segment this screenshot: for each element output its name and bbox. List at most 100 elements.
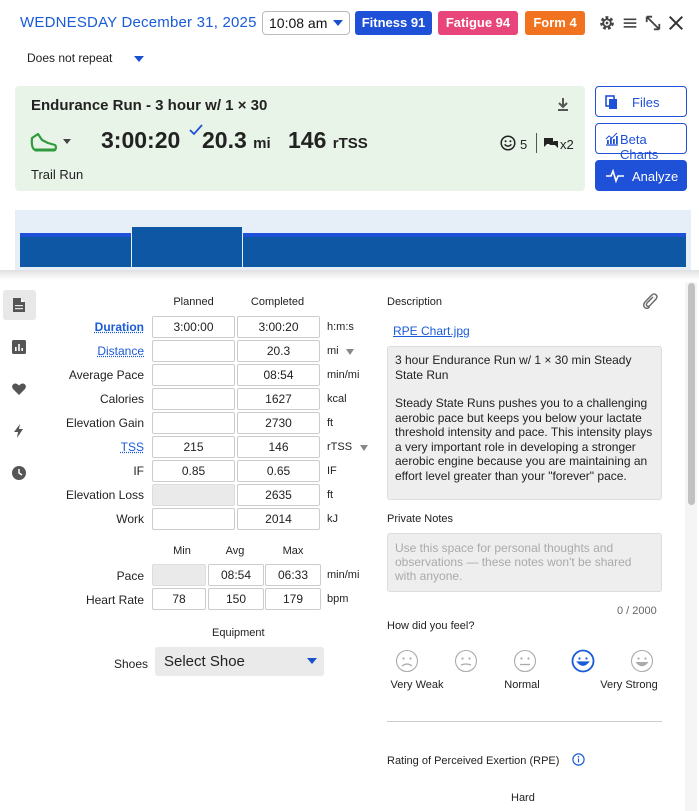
col-min-header: Min — [173, 545, 191, 557]
check-icon — [189, 124, 203, 136]
planned-input[interactable]: 3:00:00 — [152, 316, 235, 338]
face-normal-icon[interactable] — [513, 649, 537, 673]
divider — [536, 133, 537, 153]
planned-input[interactable]: 215 — [152, 436, 235, 458]
distance-value: 20.3 — [202, 127, 247, 153]
private-notes-textarea[interactable]: Use this space for personal thoughts and… — [387, 533, 662, 592]
row-unit: mi — [327, 345, 339, 357]
planned-input[interactable] — [152, 508, 235, 530]
completed-tss: 146 rTSS — [288, 127, 368, 154]
graph-target-line — [20, 233, 131, 237]
completed-input[interactable]: 2635 — [237, 484, 320, 506]
files-button[interactable]: Files — [595, 86, 687, 117]
completed-input[interactable]: 0.65 — [237, 460, 320, 482]
close-icon[interactable] — [667, 14, 685, 32]
completed-input[interactable]: 3:00:20 — [237, 316, 320, 338]
completed-input[interactable]: 2730 — [237, 412, 320, 434]
description-textarea[interactable]: 3 hour Endurance Run w/ 1 × 30 min Stead… — [387, 346, 662, 500]
sport-type: Trail Run — [31, 167, 84, 182]
completed-input[interactable]: 1627 — [237, 388, 320, 410]
gear-icon[interactable] — [598, 14, 616, 32]
run-shoe-icon[interactable] — [29, 128, 59, 156]
menu-icon[interactable] — [621, 14, 639, 32]
row-label: IF — [133, 464, 144, 478]
tab-charts[interactable] — [3, 332, 36, 362]
graph-segment-divider — [131, 210, 132, 267]
pulse-icon — [606, 169, 624, 183]
smile-icon[interactable] — [500, 135, 516, 151]
chevron-down-icon[interactable] — [134, 56, 144, 62]
row-label: Calories — [99, 392, 144, 406]
shoe-select[interactable]: Select Shoe — [155, 647, 324, 676]
tab-history[interactable] — [3, 458, 36, 488]
feel-label-normal: Normal — [504, 679, 540, 691]
expand-icon[interactable] — [644, 14, 662, 32]
time-select[interactable]: 10:08 am — [262, 11, 350, 35]
repeat-select[interactable]: Does not repeat — [27, 51, 112, 65]
chevron-down-icon[interactable] — [360, 445, 368, 451]
face-strong-icon[interactable] — [571, 649, 595, 673]
completed-input[interactable]: 2014 — [237, 508, 320, 530]
info-icon[interactable] — [572, 753, 585, 766]
row-label[interactable]: Duration — [95, 320, 144, 334]
beta-charts-button[interactable]: Beta Charts — [595, 123, 687, 162]
face-very-weak-icon[interactable] — [395, 649, 419, 673]
planned-input[interactable] — [152, 364, 235, 386]
planned-input[interactable] — [152, 412, 235, 434]
description-heading: Description — [387, 296, 443, 308]
shoes-label: Shoes — [114, 657, 149, 671]
tab-power[interactable] — [3, 416, 36, 446]
form-badge[interactable]: Form 4 — [525, 11, 585, 35]
row-label: Heart Rate — [85, 593, 144, 607]
fitness-badge[interactable]: Fitness 91 — [355, 11, 432, 35]
row-unit: ft — [327, 417, 334, 429]
bar-chart-icon — [12, 340, 26, 354]
min-input[interactable]: 78 — [152, 588, 206, 610]
row-label: Elevation Gain — [65, 416, 144, 430]
time-value: 10:08 am — [269, 15, 328, 31]
files-label: Files — [632, 95, 660, 110]
completed-input[interactable]: 08:54 — [237, 364, 320, 386]
fatigue-badge[interactable]: Fatigue 94 — [438, 11, 518, 35]
attachment-link[interactable]: RPE Chart.jpg — [393, 324, 470, 338]
face-weak-icon[interactable] — [454, 649, 478, 673]
analyze-button[interactable]: Analyze — [595, 160, 687, 191]
download-icon[interactable] — [555, 96, 571, 112]
comments-icon[interactable] — [543, 136, 559, 150]
max-input[interactable]: 179 — [265, 588, 321, 610]
chevron-down-icon[interactable] — [63, 139, 71, 144]
row-label: Work — [116, 512, 144, 526]
row-label[interactable]: TSS — [121, 440, 144, 454]
comment-count: x2 — [560, 137, 574, 152]
document-icon — [13, 298, 25, 312]
planned-input[interactable] — [152, 388, 235, 410]
completed-input[interactable]: 20.3 — [237, 340, 320, 362]
rpe-value-label: Hard — [511, 792, 535, 804]
scrollbar-thumb[interactable] — [688, 283, 695, 505]
completed-distance: 20.3 mi — [202, 127, 271, 154]
row-label[interactable]: Distance — [97, 344, 144, 358]
notes-character-counter: 0 / 2000 — [617, 605, 657, 617]
workout-structure-graph[interactable] — [15, 210, 691, 270]
avg-input[interactable]: 150 — [208, 588, 264, 610]
paperclip-icon[interactable] — [641, 292, 659, 310]
planned-input[interactable] — [152, 484, 235, 506]
tab-summary[interactable] — [3, 290, 36, 320]
face-very-strong-icon[interactable] — [630, 649, 654, 673]
row-label: Average Pace — [68, 368, 144, 382]
row-unit: h:m:s — [327, 321, 354, 333]
avg-input[interactable]: 08:54 — [208, 564, 264, 586]
max-input[interactable]: 06:33 — [265, 564, 321, 586]
row-unit: IF — [327, 465, 337, 477]
graph-base-bar — [20, 237, 686, 267]
workout-title[interactable]: Endurance Run - 3 hour w/ 1 × 30 — [31, 97, 267, 114]
min-input[interactable] — [152, 564, 206, 586]
private-notes-heading: Private Notes — [387, 513, 454, 525]
tab-health[interactable] — [3, 374, 36, 404]
tss-unit: rTSS — [332, 135, 368, 152]
planned-input[interactable]: 0.85 — [152, 460, 235, 482]
planned-input[interactable] — [152, 340, 235, 362]
chart-icon — [605, 132, 618, 146]
chevron-down-icon[interactable] — [346, 349, 354, 355]
completed-input[interactable]: 146 — [237, 436, 320, 458]
